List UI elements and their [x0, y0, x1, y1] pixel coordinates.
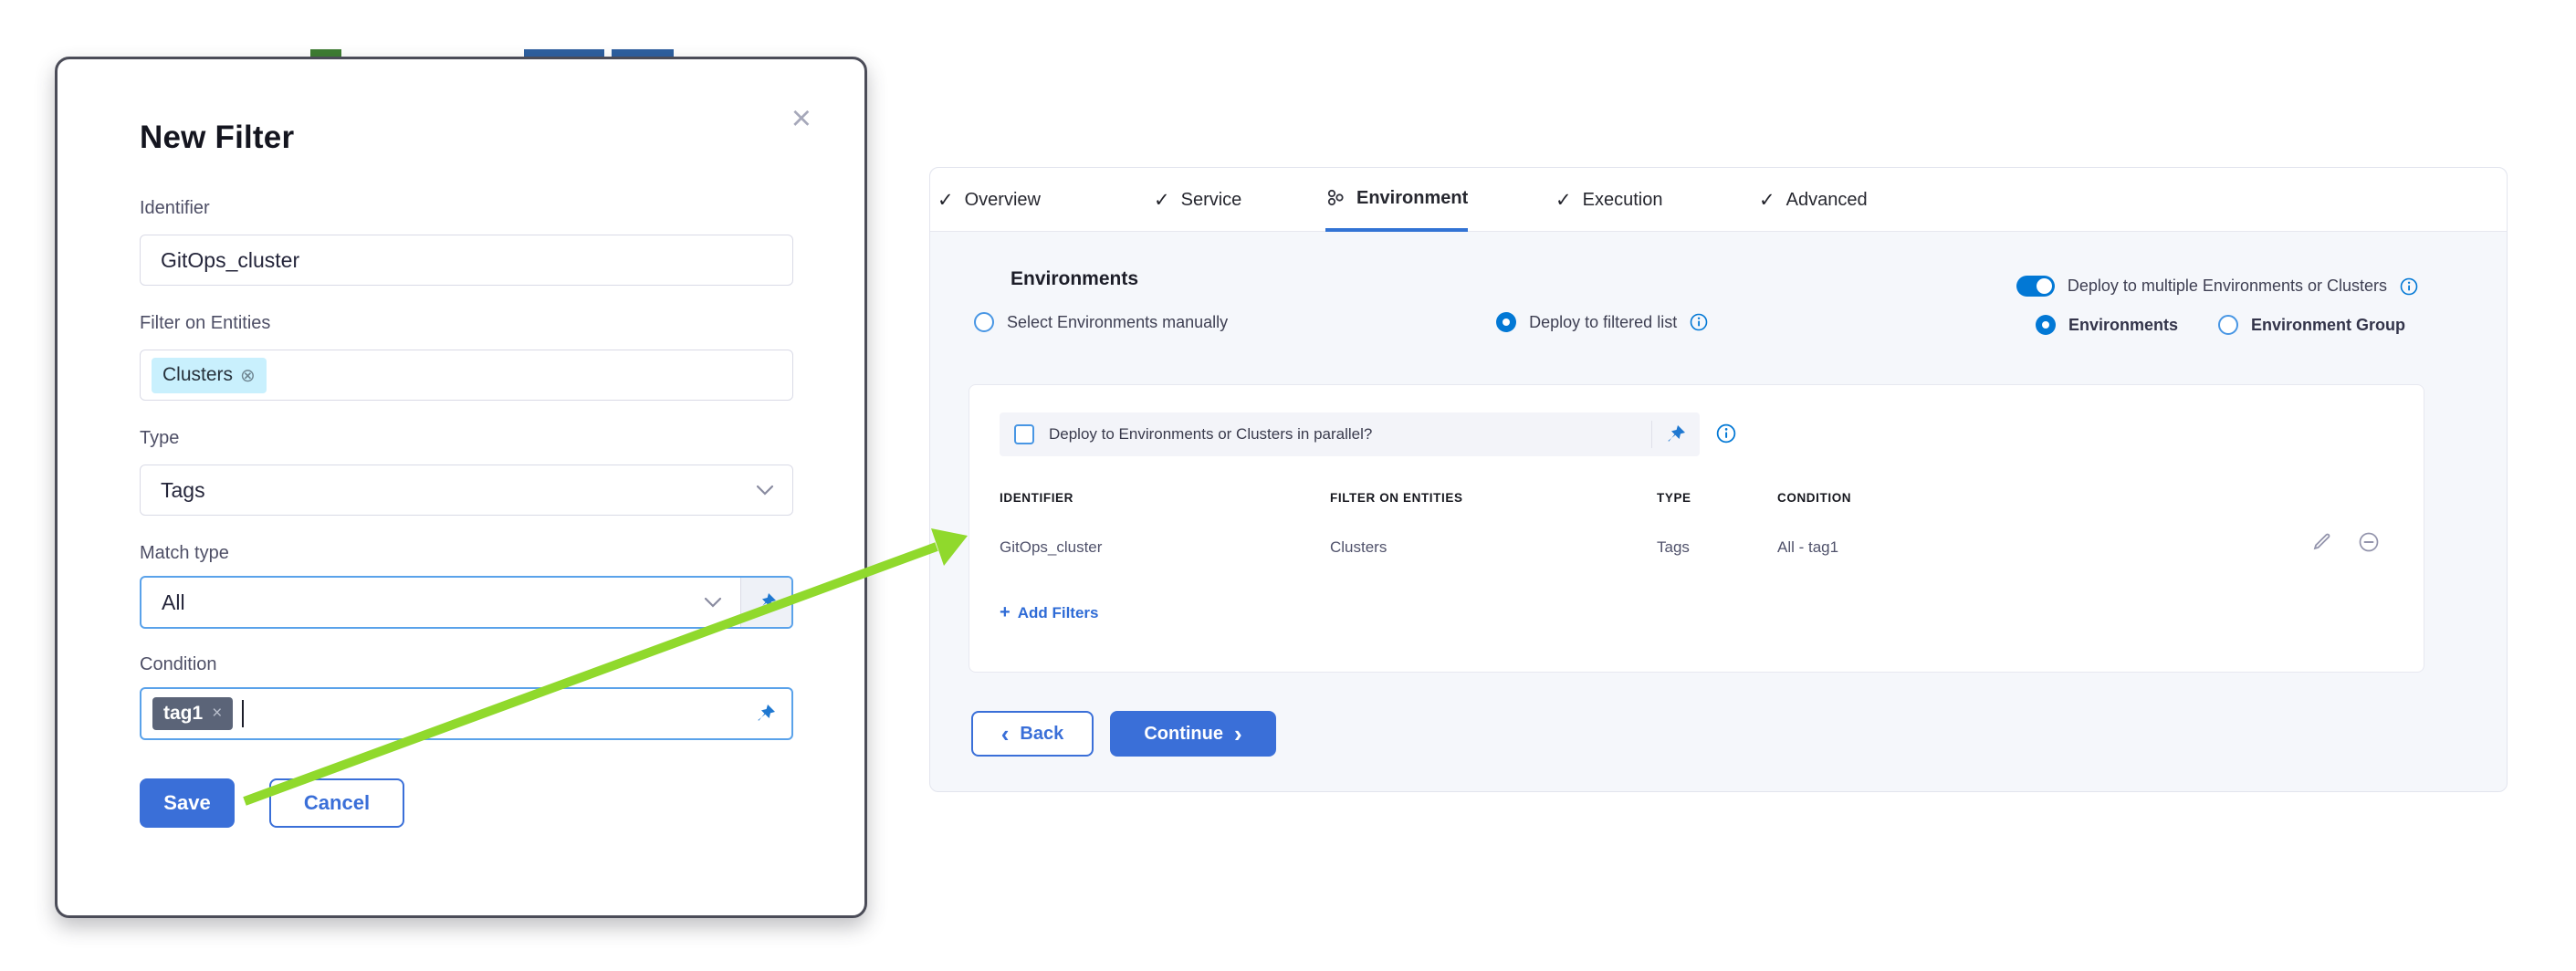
- condition-chip-label: tag1: [163, 703, 203, 725]
- radio-deploy-filtered[interactable]: [1496, 312, 1516, 332]
- continue-button[interactable]: Continue ›: [1110, 711, 1276, 757]
- col-header-type: TYPE: [1657, 491, 1691, 505]
- row-entities: Clusters: [1330, 538, 1387, 557]
- match-type-value: All: [141, 590, 185, 615]
- radio-environments-label: Environments: [2068, 316, 2178, 335]
- environments-heading: Environments: [1011, 268, 1138, 290]
- entities-chip[interactable]: Clusters ⊗: [152, 358, 267, 393]
- tab-label: Environment: [1356, 188, 1468, 209]
- match-type-select[interactable]: All: [140, 576, 793, 629]
- deploy-mode-radios: Select Environments manually Deploy to f…: [974, 312, 1708, 332]
- condition-input[interactable]: tag1 ×: [140, 687, 793, 740]
- radio-environments[interactable]: [2036, 315, 2056, 335]
- chip-remove-icon[interactable]: ⊗: [240, 364, 256, 387]
- info-icon[interactable]: [1690, 313, 1708, 331]
- parallel-deploy-bar: Deploy to Environments or Clusters in pa…: [1000, 412, 1700, 456]
- chevron-down-icon: [756, 485, 774, 496]
- col-header-condition: CONDITION: [1777, 491, 1851, 505]
- radio-select-manually[interactable]: [974, 312, 994, 332]
- radio-environment-group-label: Environment Group: [2251, 316, 2405, 335]
- type-label: Type: [140, 428, 179, 449]
- text-caret: [242, 700, 244, 727]
- environment-icon: [1325, 188, 1346, 208]
- back-label: Back: [1020, 724, 1063, 745]
- type-value: Tags: [141, 478, 205, 503]
- row-condition: All - tag1: [1777, 538, 1838, 557]
- row-identifier: GitOps_cluster: [1000, 538, 1102, 557]
- tab-label: Service: [1181, 190, 1242, 211]
- tab-label: Advanced: [1786, 190, 1868, 211]
- tab-execution[interactable]: ✓ Execution: [1555, 168, 1662, 232]
- pin-icon[interactable]: [1652, 423, 1700, 445]
- identifier-input[interactable]: GitOps_cluster: [140, 235, 793, 286]
- add-filters-button[interactable]: + Add Filters: [1000, 602, 1098, 623]
- condition-label: Condition: [140, 654, 217, 675]
- pin-icon[interactable]: [755, 703, 777, 725]
- filters-card: Deploy to Environments or Clusters in pa…: [969, 384, 2424, 673]
- continue-label: Continue: [1144, 724, 1223, 745]
- radio-environment-group[interactable]: [2218, 315, 2238, 335]
- parallel-checkbox[interactable]: [1014, 424, 1034, 444]
- check-icon: ✓: [937, 189, 954, 212]
- filter-on-entities-input[interactable]: Clusters ⊗: [140, 350, 793, 401]
- new-filter-modal: New Filter × Identifier GitOps_cluster F…: [55, 57, 867, 918]
- radio-select-manually-label: Select Environments manually: [1007, 313, 1228, 332]
- entities-chip-label: Clusters: [162, 364, 233, 386]
- multi-env-options: Deploy to multiple Environments or Clust…: [2016, 276, 2418, 335]
- edit-icon[interactable]: [2312, 531, 2332, 553]
- radio-deploy-filtered-label: Deploy to filtered list: [1529, 313, 1677, 332]
- check-icon: ✓: [1759, 189, 1775, 212]
- tab-advanced[interactable]: ✓ Advanced: [1759, 168, 1868, 232]
- pin-icon[interactable]: [740, 578, 791, 627]
- row-type: Tags: [1657, 538, 1690, 557]
- multi-env-toggle-label: Deploy to multiple Environments or Clust…: [2068, 277, 2387, 296]
- cancel-button[interactable]: Cancel: [269, 778, 404, 828]
- match-type-label: Match type: [140, 543, 229, 564]
- info-icon[interactable]: [2400, 277, 2418, 296]
- remove-circle-icon[interactable]: [2358, 531, 2380, 553]
- modal-title: New Filter: [140, 120, 294, 156]
- multi-env-toggle[interactable]: [2016, 276, 2055, 297]
- environment-step-panel: ✓ Overview ✓ Service Environment ✓ Execu…: [929, 167, 2508, 792]
- type-select[interactable]: Tags: [140, 465, 793, 516]
- col-header-identifier: IDENTIFIER: [1000, 491, 1073, 505]
- check-icon: ✓: [1555, 189, 1572, 212]
- condition-chip[interactable]: tag1 ×: [152, 697, 233, 730]
- close-icon[interactable]: ×: [791, 101, 812, 136]
- back-button[interactable]: ‹ Back: [971, 711, 1094, 757]
- tab-service[interactable]: ✓ Service: [1154, 168, 1241, 232]
- add-filters-label: Add Filters: [1018, 604, 1099, 622]
- chip-remove-icon[interactable]: ×: [212, 704, 222, 724]
- save-button[interactable]: Save: [140, 778, 235, 828]
- col-header-entities: FILTER ON ENTITIES: [1330, 491, 1463, 505]
- tab-environment[interactable]: Environment: [1325, 168, 1468, 232]
- filter-on-entities-label: Filter on Entities: [140, 313, 270, 334]
- check-icon: ✓: [1154, 189, 1170, 212]
- info-icon[interactable]: [1716, 423, 1736, 444]
- tab-label: Execution: [1583, 190, 1663, 211]
- chevron-down-icon: [704, 597, 722, 608]
- tab-label: Overview: [965, 190, 1041, 211]
- parallel-checkbox-label: Deploy to Environments or Clusters in pa…: [1049, 425, 1372, 444]
- identifier-label: Identifier: [140, 198, 210, 219]
- identifier-value: GitOps_cluster: [141, 248, 299, 273]
- plus-icon: +: [1000, 602, 1011, 623]
- tab-overview[interactable]: ✓ Overview: [937, 168, 1041, 232]
- wizard-tabbar: ✓ Overview ✓ Service Environment ✓ Execu…: [930, 168, 2507, 232]
